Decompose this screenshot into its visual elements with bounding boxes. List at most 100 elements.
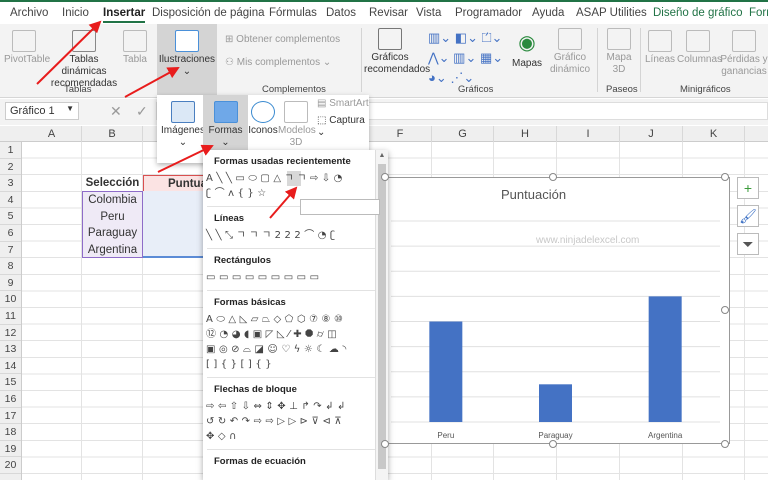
row-header-15[interactable]: 15 [0, 374, 21, 391]
chart-filters-button[interactable]: ⏷ [737, 233, 759, 255]
shape-row[interactable]: ▣◎⊘⌓◪☺♡ϟ☼☾☁◝ [203, 342, 373, 357]
sparkline-lines-button[interactable]: Líneas [645, 30, 675, 66]
shape-row-wrapper: A╲╲▭⬭▢△ㄱㄱ⇨⇩◔ [203, 171, 388, 186]
chevron-down-icon: ⌄ [182, 66, 192, 77]
column-header-G[interactable]: G [432, 126, 494, 142]
tab-1[interactable]: Inicio [62, 7, 89, 19]
column-header-J[interactable]: J [620, 126, 683, 142]
row-header-10[interactable]: 10 [0, 291, 21, 308]
column-header-A[interactable]: A [22, 126, 82, 142]
recommended-pivot-icon [72, 30, 96, 52]
row-header-20[interactable]: 20 [0, 457, 21, 474]
name-box[interactable]: Gráfico 1 ▼ [5, 102, 79, 120]
pivottable-button[interactable]: PivotTable [4, 30, 50, 66]
resize-handle[interactable] [548, 440, 557, 448]
tab-8[interactable]: Programador [455, 7, 522, 19]
chart-elements-button[interactable]: + [737, 177, 759, 199]
shapes-button[interactable]: Formas ⌄ [203, 95, 248, 151]
column-header-F[interactable]: F [369, 126, 432, 142]
recommended-charts-button[interactable]: Gráficos recomendados [364, 28, 430, 76]
resize-handle[interactable] [381, 440, 389, 448]
column-header-H[interactable]: H [494, 126, 557, 142]
tab-5[interactable]: Datos [326, 7, 356, 19]
row-header-13[interactable]: 13 [0, 341, 21, 358]
row-header-11[interactable]: 11 [0, 308, 21, 325]
row-header-6[interactable]: 6 [0, 225, 21, 242]
column-header-I[interactable]: I [557, 126, 620, 142]
chart-title[interactable]: Puntuación [501, 187, 566, 202]
chart-type-buttons[interactable]: ▥⌄ ◧⌄ ⏍⌄ ⋀⌄ ▥⌄ ▦⌄ ◕⌄ ⋰⌄ [428, 28, 508, 88]
shape-row[interactable]: []{}[]{} [203, 357, 373, 372]
chart[interactable]: Puntuación www.ninjadelexcel.com Peru Parag… [385, 177, 730, 444]
row-header-19[interactable]: 19 [0, 441, 21, 458]
3d-map-button[interactable]: Mapa 3D [601, 28, 637, 76]
tab-9[interactable]: Ayuda [532, 7, 564, 19]
tab-3[interactable]: Disposición de página [152, 7, 265, 19]
row-header-8[interactable]: 8 [0, 258, 21, 275]
row-header-3[interactable]: 3 [0, 175, 21, 192]
tab-12[interactable]: Formato [749, 7, 768, 19]
shape-row[interactable]: ↺↻↶↷⇨⇨▷▷⊳⊽⊲⊼ [203, 414, 373, 429]
tab-11[interactable]: Diseño de gráfico [653, 7, 743, 19]
resize-handle[interactable] [381, 173, 389, 181]
row-header-7[interactable]: 7 [0, 242, 21, 259]
bar-peru[interactable] [429, 321, 463, 423]
brush-icon: 🖌 [739, 208, 757, 224]
country-cell[interactable]: Peru [82, 209, 143, 226]
row-header-18[interactable]: 18 [0, 424, 21, 441]
pivotchart-button[interactable]: Gráfico dinámico [545, 28, 595, 76]
row-header-1[interactable]: 1 [0, 142, 21, 159]
row-header-12[interactable]: 12 [0, 325, 21, 342]
tab-10[interactable]: ASAP Utilities [576, 7, 647, 19]
tab-2[interactable]: Insertar [103, 7, 146, 23]
row-header-9[interactable]: 9 [0, 275, 21, 292]
icons-button[interactable]: Iconos [248, 101, 278, 137]
bar-argentina[interactable] [648, 296, 682, 422]
chart-styles-button[interactable]: 🖌 [737, 205, 759, 227]
column-header-B[interactable]: B [82, 126, 143, 142]
scroll-up-icon[interactable]: ▲ [376, 152, 388, 159]
cancel-icon[interactable]: ✕ [110, 103, 122, 120]
resize-handle[interactable] [721, 440, 729, 448]
shape-row[interactable]: ⇨⇦⇧⇩⇔⇕✥⊥↱↷↲↲ [203, 399, 373, 414]
tab-7[interactable]: Vista [416, 7, 441, 19]
screenshot-button[interactable]: ⬚ Captura ⌄ [317, 115, 369, 139]
resize-handle[interactable] [548, 173, 557, 181]
smartart-button[interactable]: ▤ SmartArt [317, 98, 369, 110]
row-header-14[interactable]: 14 [0, 358, 21, 375]
get-addins-button[interactable]: ⊞ Obtener complementos [225, 34, 340, 46]
table-button[interactable]: Tabla [120, 30, 150, 66]
shape-row[interactable]: ╲╲⤡ㄱㄱㄱ222⌒◔ʗ [203, 228, 373, 243]
country-cell[interactable]: Colombia [82, 192, 143, 209]
column-header-K[interactable]: K [683, 126, 745, 142]
sparkline-winloss-button[interactable]: Pérdidas y ganancias [720, 30, 768, 78]
country-cell[interactable]: Paraguay [82, 225, 143, 242]
chart-type-icons[interactable]: ▥⌄ ◧⌄ ⏍⌄ ⋀⌄ ▥⌄ ▦⌄ ◕⌄ ⋰⌄ [428, 30, 503, 85]
enter-icon[interactable]: ✓ [136, 103, 148, 120]
recommended-pivot-button[interactable]: Tablas dinámicas recomendadas [48, 30, 120, 90]
bar-paraguay[interactable] [539, 384, 572, 422]
resize-handle[interactable] [721, 173, 729, 181]
tab-4[interactable]: Fórmulas [269, 7, 317, 19]
header-seleccion[interactable]: Selección [82, 175, 143, 192]
illustrations-button[interactable]: Ilustraciones ⌄ [157, 24, 217, 98]
row-header-17[interactable]: 17 [0, 408, 21, 425]
maps-button[interactable]: ◉ Mapas [510, 28, 544, 70]
tab-6[interactable]: Revisar [369, 7, 408, 19]
row-header-16[interactable]: 16 [0, 391, 21, 408]
my-addins-button[interactable]: ⚇ Mis complementos ⌄ [225, 57, 331, 69]
shape-row[interactable]: ▭▭▭▭▭▭▭▭▭ [203, 270, 373, 285]
sparkline-columns-button[interactable]: Columnas [677, 30, 722, 66]
3d-models-button[interactable]: Modelos 3D [278, 101, 316, 149]
shape-row[interactable]: A⬭△◺▱⏢◇⬠⬡⑦⑧⑩ [203, 312, 373, 327]
country-cell[interactable]: Argentina [82, 242, 143, 259]
tab-0[interactable]: Archivo [10, 7, 48, 19]
shape-row[interactable]: ⑫◔◕◖▣◸◺⁄✚⯃⌭◫ [203, 327, 373, 342]
shape-row[interactable]: ✥◇∩ [203, 429, 373, 444]
row-header-4[interactable]: 4 [0, 192, 21, 209]
resize-handle[interactable] [721, 306, 729, 314]
shape-row[interactable]: A╲╲▭⬭▢△ㄱㄱ⇨⇩◔ [203, 171, 373, 186]
row-header-2[interactable]: 2 [0, 159, 21, 176]
row-header-5[interactable]: 5 [0, 208, 21, 225]
images-button[interactable]: Imágenes ⌄ [161, 101, 205, 149]
